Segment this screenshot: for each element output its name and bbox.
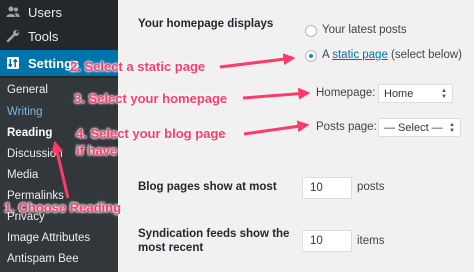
arrow-step4 [243, 120, 310, 136]
annotation-step3: 3. Select your homepage [74, 91, 228, 106]
arrow-step2 [219, 53, 296, 69]
annotation-step1: 1. Choose Reading [4, 200, 122, 215]
arrow-step3 [242, 87, 311, 100]
annotation-step4-line2: if have [76, 143, 118, 158]
annotation-step4-line1: 4. Select your blog page [76, 126, 226, 141]
annotation-step2: 2. Select a static page [70, 59, 206, 74]
arrow-step1 [51, 140, 70, 199]
annotation-arrows [51, 53, 311, 199]
